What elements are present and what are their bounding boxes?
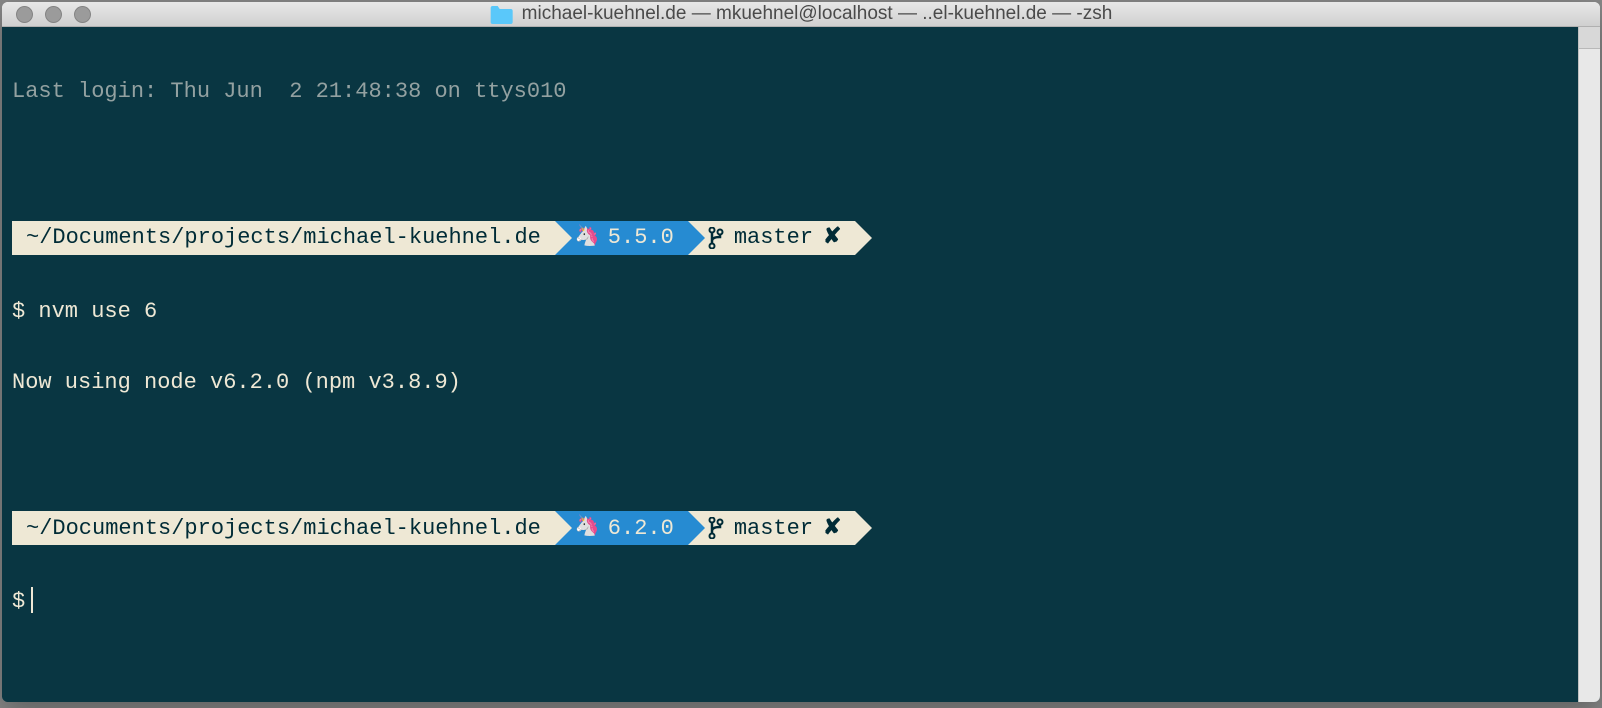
prompt-line: ~/Documents/projects/michael-kuehnel.de 🦄… — [12, 221, 872, 255]
git-branch-text: master — [734, 220, 813, 255]
prompt-node-segment: 🦄5.5.0 — [555, 221, 688, 255]
prompt-line: ~/Documents/projects/michael-kuehnel.de 🦄… — [12, 511, 872, 545]
git-dirty-icon: ✘ — [823, 220, 841, 255]
segment-arrow-icon — [688, 221, 705, 255]
git-dirty-icon: ✘ — [823, 511, 841, 546]
terminal-body-wrap: Last login: Thu Jun 2 21:48:38 on ttys01… — [2, 27, 1600, 702]
command-text: nvm use 6 — [38, 299, 157, 324]
traffic-lights — [16, 6, 91, 23]
prompt-path-text: ~/Documents/projects/michael-kuehnel.de — [26, 511, 541, 546]
git-branch-text: master — [734, 511, 813, 546]
window-title-text: michael-kuehnel.de — mkuehnel@localhost … — [522, 3, 1113, 25]
prompt-git-segment: master ✘ — [688, 511, 856, 545]
prompt-node-segment: 🦄6.2.0 — [555, 511, 688, 545]
prompt-symbol: $ — [12, 299, 38, 324]
segment-arrow-icon — [855, 221, 872, 255]
folder-icon — [490, 5, 514, 24]
prompt-path-segment: ~/Documents/projects/michael-kuehnel.de — [12, 511, 555, 545]
unicorn-icon: 🦄 — [575, 512, 600, 544]
segment-arrow-icon — [855, 511, 872, 545]
unicorn-icon: 🦄 — [575, 222, 600, 254]
scrollbar-track-top — [1579, 27, 1600, 49]
window-title: michael-kuehnel.de — mkuehnel@localhost … — [490, 3, 1113, 25]
node-version-text: 6.2.0 — [608, 511, 674, 546]
segment-arrow-icon — [555, 221, 572, 255]
git-branch-icon — [708, 517, 724, 539]
prompt-path-segment: ~/Documents/projects/michael-kuehnel.de — [12, 221, 555, 255]
prompt-path-text: ~/Documents/projects/michael-kuehnel.de — [26, 220, 541, 255]
command-output: Now using node v6.2.0 (npm v3.8.9) — [12, 365, 1568, 400]
prompt-symbol: $ — [12, 589, 25, 614]
minimize-button[interactable] — [45, 6, 62, 23]
node-version-text: 5.5.0 — [608, 220, 674, 255]
terminal-body[interactable]: Last login: Thu Jun 2 21:48:38 on ttys01… — [2, 27, 1578, 702]
segment-arrow-icon — [555, 511, 572, 545]
close-button[interactable] — [16, 6, 33, 23]
scrollbar[interactable] — [1578, 27, 1600, 702]
prompt-git-segment: master ✘ — [688, 221, 856, 255]
last-login-line: Last login: Thu Jun 2 21:48:38 on ttys01… — [12, 74, 1568, 109]
cursor — [31, 587, 33, 613]
segment-arrow-icon — [688, 511, 705, 545]
git-branch-icon — [708, 227, 724, 249]
zoom-button[interactable] — [74, 6, 91, 23]
titlebar[interactable]: michael-kuehnel.de — mkuehnel@localhost … — [2, 2, 1600, 27]
terminal-window: michael-kuehnel.de — mkuehnel@localhost … — [2, 2, 1600, 702]
